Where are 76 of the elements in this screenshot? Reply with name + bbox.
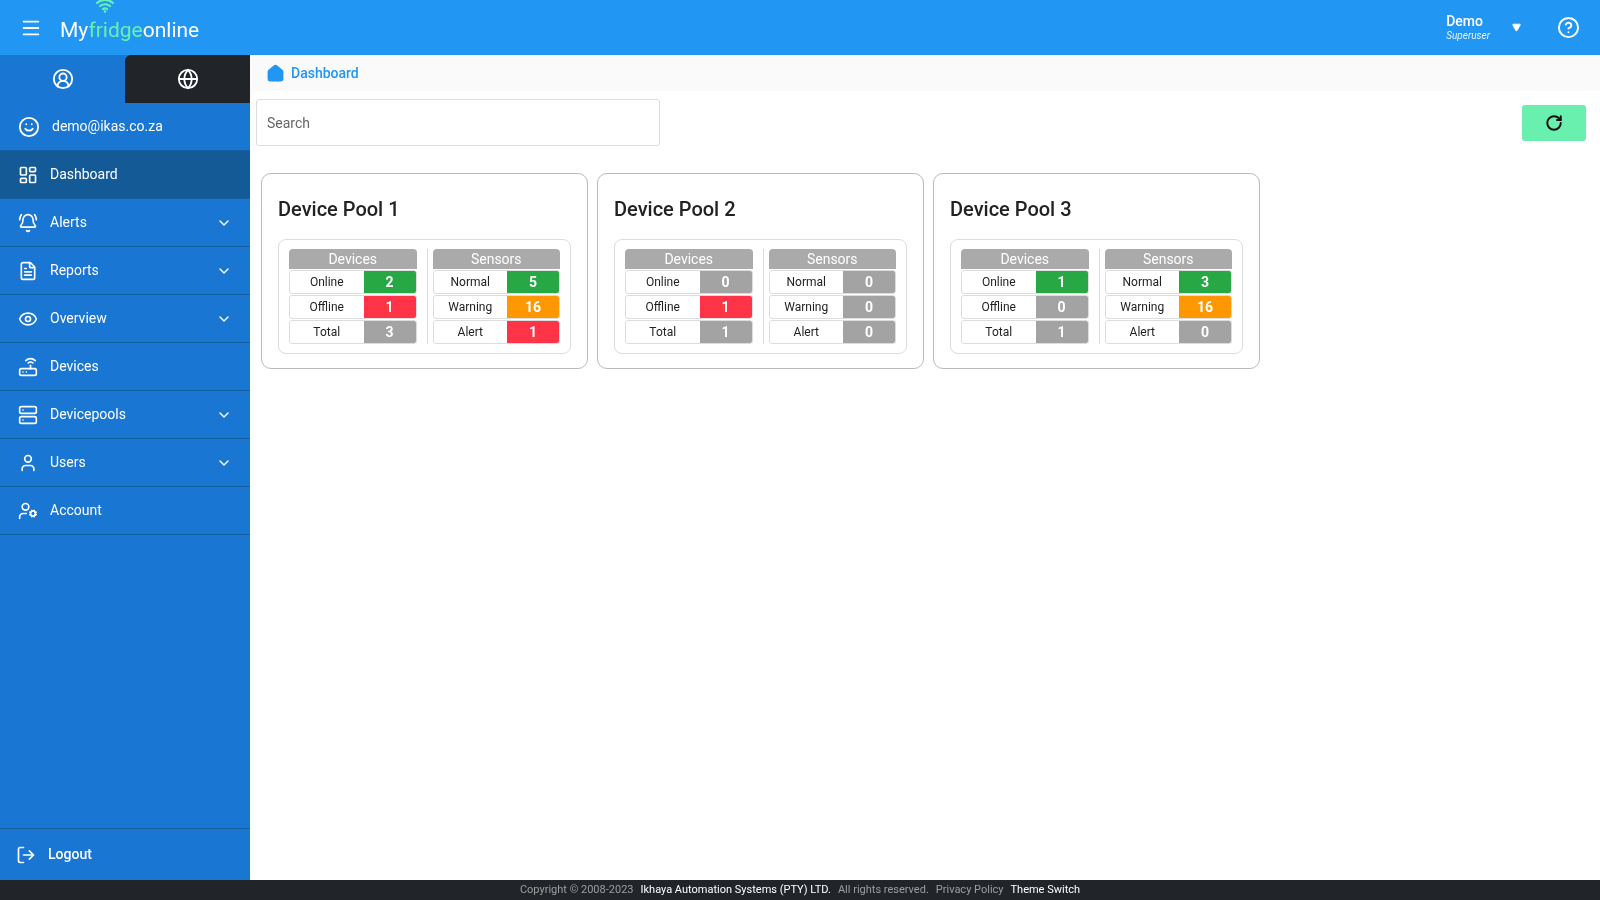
stat-label: Warning bbox=[783, 299, 830, 316]
stat-label: Alert bbox=[456, 324, 484, 341]
stat-value: 3 bbox=[363, 321, 416, 343]
search-field[interactable]: Search bbox=[256, 99, 660, 146]
bell-icon bbox=[18, 212, 38, 233]
stat-value: 0 bbox=[843, 271, 895, 293]
stat-label: Normal bbox=[785, 274, 827, 291]
stat-label: Normal bbox=[1121, 274, 1163, 291]
caret-icon[interactable] bbox=[1512, 23, 1521, 32]
stat-value: 16 bbox=[507, 296, 559, 318]
footer-text: Ikhaya Automation Systems (PTY) LTD. bbox=[640, 881, 831, 898]
sidebar-item[interactable]: Dashboard bbox=[0, 151, 250, 199]
user-role: Superuser bbox=[1446, 30, 1490, 43]
stat-label: Alert bbox=[1128, 324, 1156, 341]
footer-link[interactable]: Privacy Policy bbox=[935, 881, 1004, 899]
globe-icon bbox=[176, 68, 199, 90]
group-heading: Sensors bbox=[1104, 249, 1232, 269]
refresh-icon bbox=[1545, 113, 1563, 132]
document-icon bbox=[18, 260, 38, 281]
stat-value: 1 bbox=[699, 321, 752, 343]
person-icon bbox=[18, 452, 38, 473]
person-gear-icon bbox=[18, 500, 38, 521]
pool-title: Device Pool 1 bbox=[278, 196, 401, 223]
stat-value: 0 bbox=[1179, 321, 1231, 343]
help-icon[interactable] bbox=[1557, 16, 1580, 39]
pool-title: Device Pool 2 bbox=[614, 196, 737, 223]
group-heading: Devices bbox=[289, 249, 417, 269]
group-heading: Devices bbox=[961, 249, 1089, 269]
stat-label: Offline bbox=[644, 299, 681, 316]
account-email: demo@ikas.co.za bbox=[52, 117, 163, 136]
stat-value: 0 bbox=[1035, 296, 1088, 318]
stat-label: Warning bbox=[1119, 299, 1166, 316]
logout-button[interactable]: Logout bbox=[16, 844, 92, 865]
dashboard-icon bbox=[18, 164, 38, 185]
globe-tab[interactable] bbox=[125, 55, 250, 103]
stat-value: 1 bbox=[1035, 271, 1088, 293]
stat-value: 0 bbox=[843, 321, 895, 343]
stat-value: 1 bbox=[699, 296, 752, 318]
stat-value: 3 bbox=[1179, 271, 1231, 293]
stat-value: 1 bbox=[1035, 321, 1088, 343]
stat-value: 0 bbox=[699, 271, 752, 293]
stat-label: Total bbox=[648, 324, 678, 341]
group-heading: Sensors bbox=[768, 249, 896, 269]
avatar-icon bbox=[18, 115, 40, 138]
footer-text: All rights reserved. bbox=[837, 881, 929, 898]
logout-icon bbox=[16, 844, 36, 865]
stat-label: Warning bbox=[447, 299, 494, 316]
stat-label: Alert bbox=[792, 324, 820, 341]
stat-label: Online bbox=[644, 274, 681, 291]
stat-value: 16 bbox=[1179, 296, 1231, 318]
breadcrumb-link[interactable]: Dashboard bbox=[291, 62, 359, 84]
server-icon bbox=[18, 404, 38, 425]
footer-text: Theme Switch bbox=[1010, 881, 1081, 898]
group-heading: Devices bbox=[625, 249, 753, 269]
router-icon bbox=[18, 356, 38, 377]
stat-label: Total bbox=[984, 324, 1014, 341]
stat-label: Total bbox=[312, 324, 342, 341]
stat-value: 2 bbox=[363, 271, 416, 293]
home-icon bbox=[266, 63, 285, 83]
profile-icon bbox=[51, 68, 74, 90]
app-logo[interactable]: Myfridgeonline bbox=[60, 19, 200, 41]
stat-value: 0 bbox=[843, 296, 895, 318]
stat-value: 5 bbox=[507, 271, 559, 293]
stat-label: Offline bbox=[308, 299, 345, 316]
refresh-button[interactable] bbox=[1522, 104, 1586, 141]
wifi-icon bbox=[95, 0, 115, 13]
stat-label: Offline bbox=[980, 299, 1017, 316]
group-heading: Sensors bbox=[432, 249, 560, 269]
stat-label: Normal bbox=[449, 274, 491, 291]
footer-text: Copyright © 2008-2023 bbox=[519, 881, 634, 898]
stat-label: Online bbox=[980, 274, 1017, 291]
stat-label: Online bbox=[308, 274, 345, 291]
pool-title: Device Pool 3 bbox=[950, 196, 1073, 223]
stat-value: 1 bbox=[363, 296, 416, 318]
user-name: Demo bbox=[1446, 12, 1484, 30]
stat-value: 1 bbox=[507, 321, 559, 343]
